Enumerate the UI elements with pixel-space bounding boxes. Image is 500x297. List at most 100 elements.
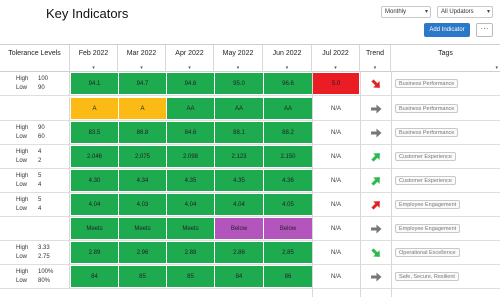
jul-value-cell[interactable]: N/A <box>312 265 360 288</box>
indicator-value-cell[interactable]: 4.04 <box>215 194 263 215</box>
indicator-value-cell[interactable]: 94.7 <box>119 73 166 94</box>
indicator-value-cell[interactable]: Meets <box>71 218 118 239</box>
tolerance-low <box>16 230 38 236</box>
tolerance-high: High 4 <box>16 149 41 155</box>
header-month[interactable]: Jul 2022 ▾ <box>312 45 360 72</box>
table-row[interactable]: High 100% Low 80% 84 85 85 84 86 N/A Safe, Secure,… <box>0 265 500 289</box>
header-trend[interactable]: Trend ▾ <box>360 45 391 72</box>
indicator-value-cell[interactable]: AA <box>215 98 263 119</box>
indicator-value-cell[interactable]: 86.8 <box>119 122 166 143</box>
indicator-value-cell[interactable]: 5.0 <box>313 73 359 94</box>
header-month[interactable]: May 2022 ▾ <box>214 45 263 72</box>
indicator-value-cell[interactable]: 4.35 <box>167 170 214 191</box>
indicator-value-cell[interactable]: 96.6 <box>264 73 312 94</box>
tag-chip[interactable]: Operational Excellence <box>395 248 460 257</box>
indicator-value-cell[interactable]: 84 <box>71 266 118 287</box>
indicator-value-cell[interactable]: Meets <box>167 218 214 239</box>
tag-chip[interactable]: Business Performance <box>395 128 459 137</box>
trend-cell <box>360 193 391 216</box>
jul-value-cell[interactable]: N/A <box>312 193 360 216</box>
indicator-value-cell[interactable]: 4.05 <box>264 194 312 215</box>
indicator-value-cell[interactable]: AA <box>167 98 214 119</box>
indicator-value-cell[interactable]: 2.075 <box>119 146 166 167</box>
tag-chip[interactable]: Customer Experience <box>395 152 456 161</box>
table-row[interactable]: High 100 Low 90 94.1 94.7 94.6 95.0 96.6 5.0 Busin… <box>0 72 500 96</box>
indicator-value-cell[interactable]: 2.85 <box>264 242 312 263</box>
indicator-value-cell[interactable]: Below <box>264 218 312 239</box>
indicator-value-cell[interactable]: 4.03 <box>119 194 166 215</box>
indicator-value-cell[interactable]: AA <box>264 98 312 119</box>
indicator-value-cell[interactable]: 2.123 <box>215 146 263 167</box>
jul-value-cell[interactable]: N/A <box>312 121 360 144</box>
table-row[interactable]: High 5 Low 4 4.04 4.03 4.04 4.04 4.05 N/A Employee… <box>0 193 500 217</box>
tag-chip[interactable]: Employee Engagement <box>395 224 461 233</box>
indicator-value-cell[interactable]: 2.150 <box>264 146 312 167</box>
indicator-value-cell[interactable]: 2.046 <box>71 146 118 167</box>
tag-chip[interactable]: Safe, Secure, Resilient <box>395 272 459 281</box>
jul-value-cell[interactable]: N/A <box>312 145 360 168</box>
table-row[interactable]: A A AA AA AA N/A Business Performance <box>0 97 500 121</box>
tolerance-low: Low 90 <box>16 85 45 91</box>
table-row[interactable]: High 4 Low 2 2.046 2.075 2.098 2.123 2.150 N/A Cus… <box>0 145 500 169</box>
period-select[interactable]: Monthly ▾ <box>381 6 431 18</box>
header-month[interactable]: Mar 2022 ▾ <box>118 45 166 72</box>
table-row[interactable]: High 5 Low 4 4.30 4.34 4.35 4.35 4.36 N/A Customer… <box>0 169 500 193</box>
indicator-value-cell[interactable]: 2.098 <box>167 146 214 167</box>
trend-flat-arrow-icon <box>370 104 381 113</box>
header-month-label: Apr 2022 <box>175 50 204 57</box>
table-row[interactable]: Meets Meets Meets Below Below N/A Employee Eng… <box>0 217 500 241</box>
tag-chip[interactable]: Business Performance <box>395 79 459 88</box>
indicator-value-cell[interactable]: A <box>119 98 166 119</box>
header-tolerance[interactable]: Tolerance Levels <box>0 45 70 72</box>
header-tags[interactable]: Tags ▾ <box>391 45 500 72</box>
jul-value-cell[interactable]: N/A <box>312 217 360 240</box>
trend-cell <box>360 241 391 264</box>
indicator-value-cell[interactable]: 2.86 <box>215 242 263 263</box>
indicator-value-cell[interactable]: Meets <box>119 218 166 239</box>
table-row[interactable]: High 3.33 Low 2.75 2.89 2.96 2.88 2.86 2.85 N/A Op… <box>0 241 500 265</box>
jul-value-cell[interactable]: N/A <box>312 169 360 192</box>
indicator-value-cell[interactable]: 84.6 <box>167 122 214 143</box>
indicator-value-cell[interactable]: 95.0 <box>215 73 263 94</box>
indicator-value-cell[interactable]: 86 <box>264 266 312 287</box>
header-month[interactable]: Jun 2022 ▾ <box>263 45 312 72</box>
chevron-down-icon: ▾ <box>236 65 240 71</box>
tolerance-cell: High 90 Low 60 <box>0 121 70 144</box>
indicator-value-cell[interactable]: 94.6 <box>167 73 214 94</box>
tolerance-high-value: 90 <box>38 125 45 131</box>
indicator-value-cell[interactable]: 4.04 <box>167 194 214 215</box>
indicator-value-cell[interactable]: 88.1 <box>215 122 263 143</box>
jul-value-cell[interactable]: N/A <box>312 97 360 120</box>
indicator-value-cell[interactable]: 4.36 <box>264 170 312 191</box>
indicator-value-cell[interactable]: 2.89 <box>71 242 118 263</box>
table-row[interactable]: High 90 Low 60 83.5 86.8 84.6 88.1 88.2 N/A Busine… <box>0 121 500 145</box>
indicator-value-cell[interactable]: 84 <box>215 266 263 287</box>
updators-select[interactable]: All Updators ▾ <box>437 6 493 18</box>
indicator-value-cell[interactable]: 2.88 <box>167 242 214 263</box>
indicator-value-cell[interactable]: 85 <box>119 266 166 287</box>
header-month[interactable]: Feb 2022 ▾ <box>70 45 118 72</box>
indicator-value-cell[interactable]: 88.2 <box>264 122 312 143</box>
trend-down-arrow-icon <box>370 78 380 88</box>
chevron-down-icon: ▾ <box>92 65 95 71</box>
header-month[interactable]: Apr 2022 ▾ <box>166 45 214 72</box>
indicator-value-cell[interactable]: A <box>71 98 118 119</box>
tolerance-high-label: High <box>16 149 29 155</box>
jul-value-cell[interactable]: N/A <box>312 241 360 264</box>
indicator-value-cell[interactable]: 4.35 <box>215 170 263 191</box>
add-indicator-button[interactable]: Add Indicator <box>424 23 470 37</box>
tag-chip[interactable]: Business Performance <box>395 104 459 113</box>
tag-chip[interactable]: Customer Experience <box>395 176 456 185</box>
chevron-down-icon: ▾ <box>373 65 377 71</box>
indicator-value-cell[interactable]: 83.5 <box>71 122 118 143</box>
indicator-value-cell[interactable]: Below <box>215 218 263 239</box>
more-options-button[interactable]: ··· <box>476 23 493 37</box>
indicator-value-cell[interactable]: 4.30 <box>71 170 118 191</box>
indicator-value-cell[interactable]: 2.96 <box>119 242 166 263</box>
indicator-value-cell[interactable]: 4.04 <box>71 194 118 215</box>
indicator-value-cell[interactable]: 85 <box>167 266 214 287</box>
tag-chip[interactable]: Employee Engagement <box>395 200 461 209</box>
indicator-value-cell[interactable]: 94.1 <box>71 73 118 94</box>
chevron-down-icon: ▾ <box>285 65 289 71</box>
indicator-value-cell[interactable]: 4.34 <box>119 170 166 191</box>
